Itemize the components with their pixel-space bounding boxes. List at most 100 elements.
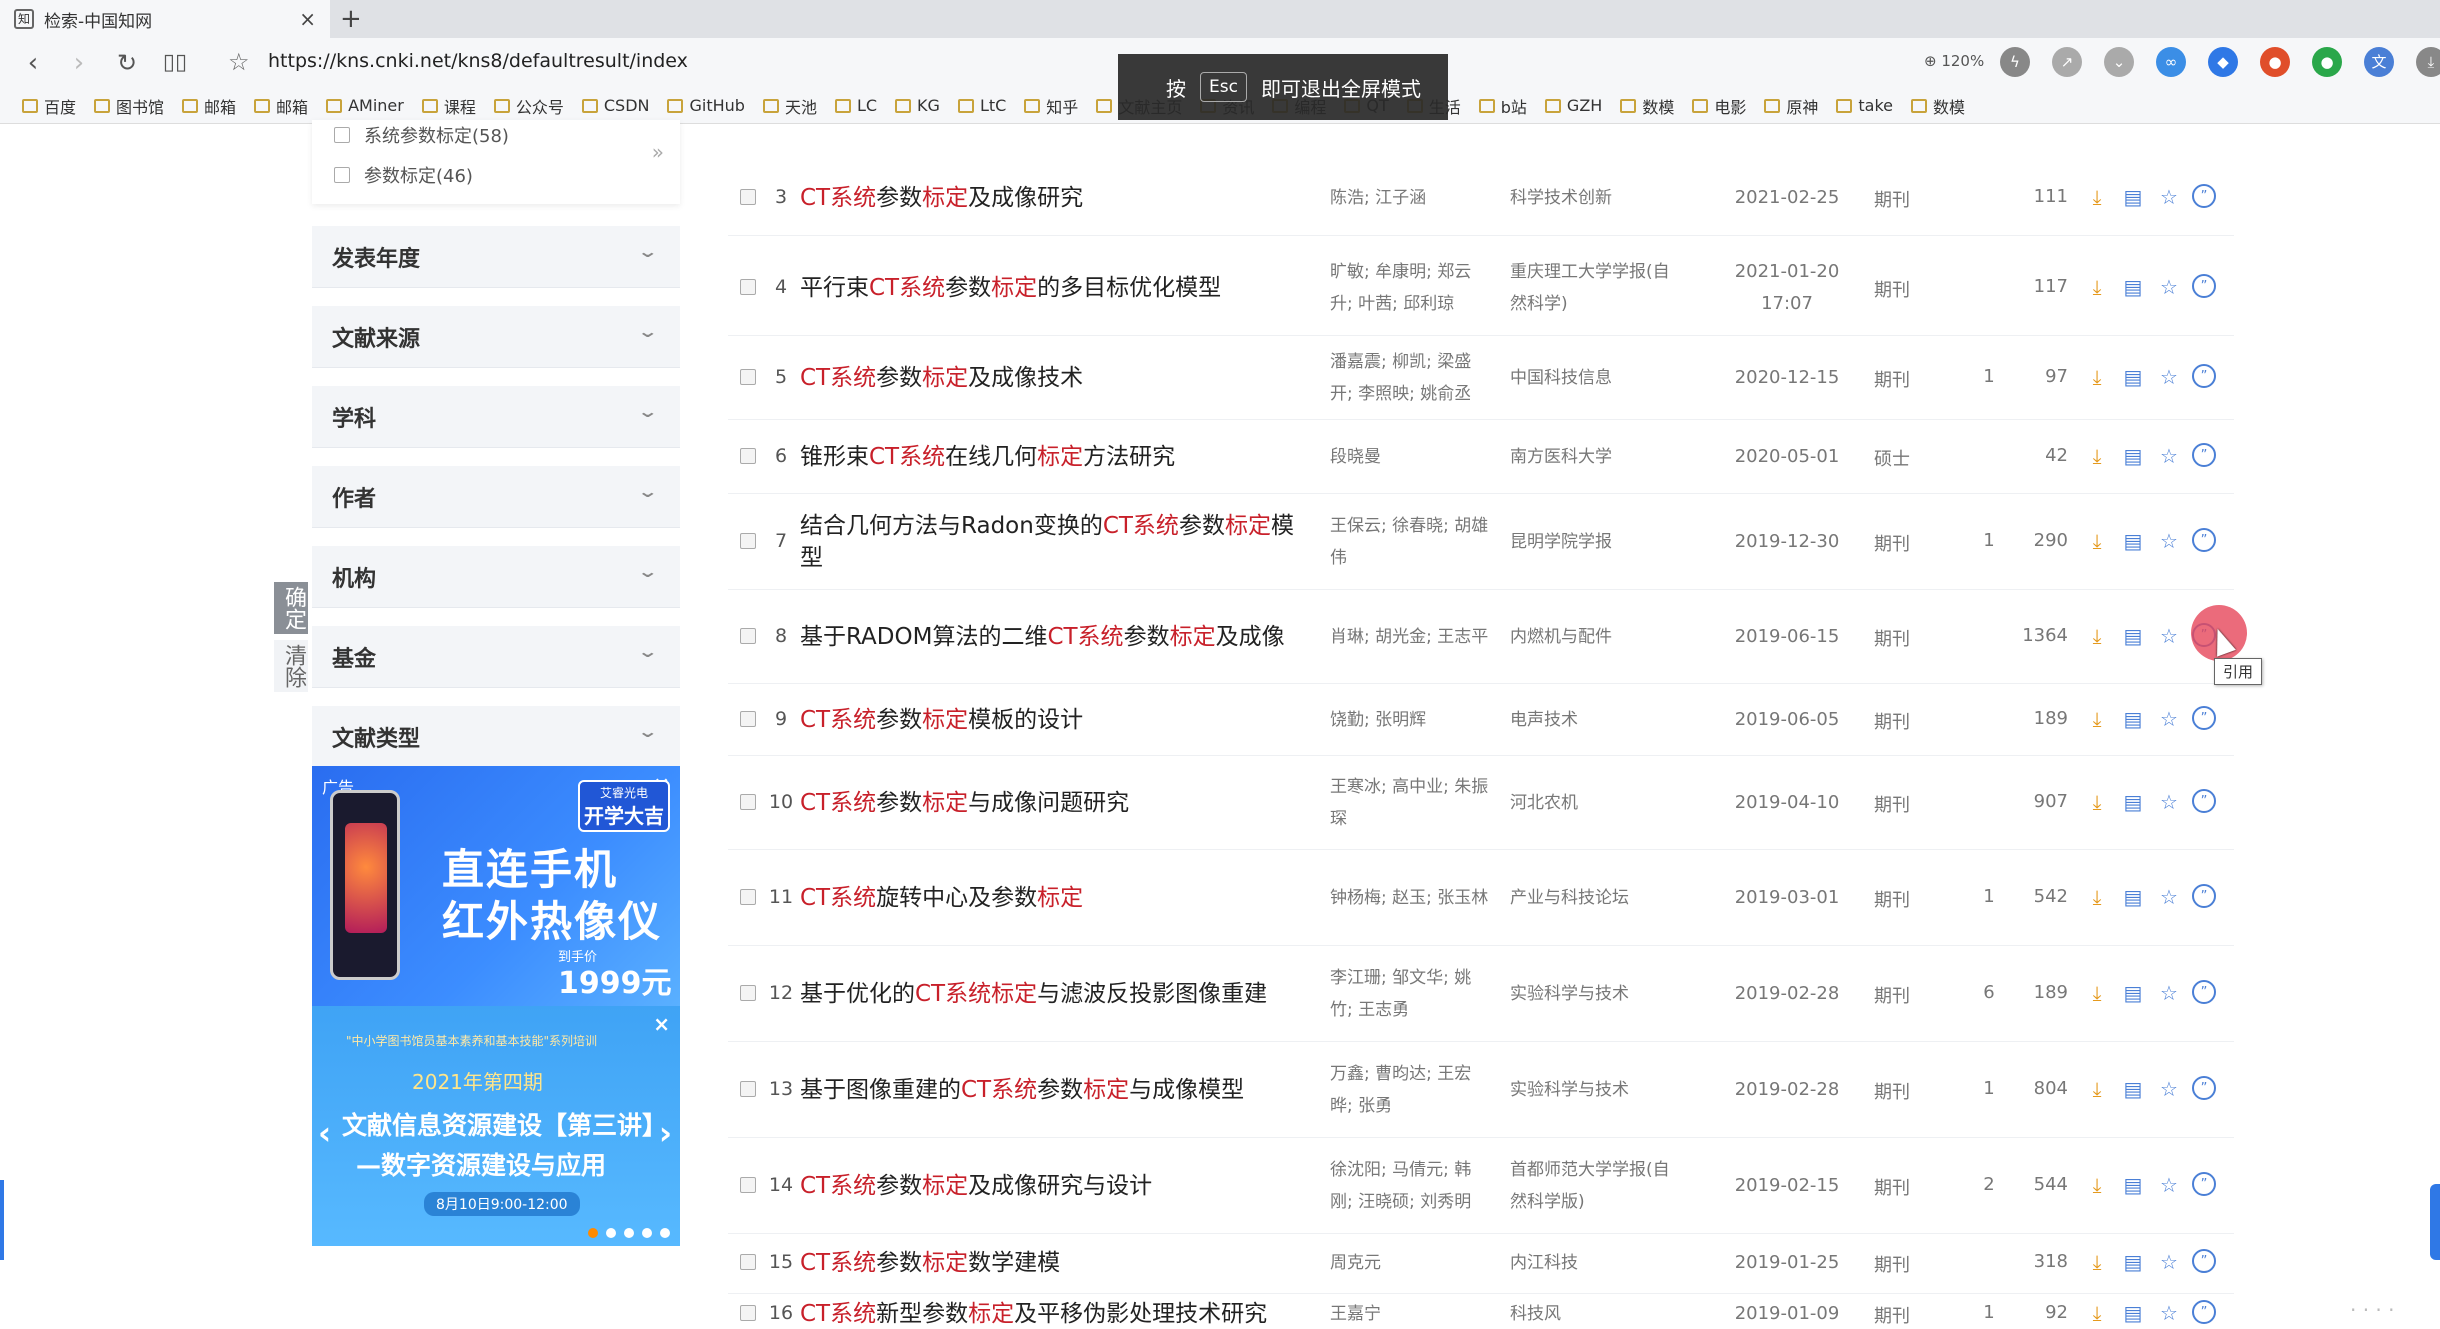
cite-icon[interactable]: ” (2192, 706, 2216, 730)
cite-icon[interactable]: ” (2192, 1076, 2216, 1100)
result-checkbox[interactable] (740, 1305, 756, 1321)
read-icon[interactable]: ▤ (2120, 1249, 2146, 1275)
carousel-prev-icon[interactable]: ‹ (318, 1114, 331, 1152)
result-authors[interactable]: 徐沈阳; 马倩元; 韩刚; 汪晓硕; 刘秀明 (1330, 1154, 1490, 1218)
cite-icon[interactable]: ” (2192, 364, 2216, 388)
result-checkbox[interactable] (740, 794, 756, 810)
bookmark-item[interactable]: 百度 (22, 94, 76, 118)
result-source[interactable]: 昆明学院学报 (1510, 526, 1670, 558)
cite-icon[interactable]: ” (2192, 980, 2216, 1004)
result-title-link[interactable]: 平行束CT系统参数标定的多目标优化模型 (800, 272, 1296, 304)
read-icon[interactable]: ▤ (2120, 1300, 2146, 1326)
cite-icon[interactable]: ” (2192, 1172, 2216, 1196)
result-authors[interactable]: 段晓曼 (1330, 441, 1490, 473)
result-cited-count[interactable]: 1 (1974, 366, 2004, 387)
bookmark-item[interactable]: 课程 (421, 94, 476, 118)
result-cited-count[interactable]: 1 (1974, 886, 2004, 907)
back-icon[interactable]: ‹ (16, 46, 50, 80)
translate-icon[interactable]: 文 (2364, 47, 2394, 77)
result-authors[interactable]: 饶勤; 张明辉 (1330, 704, 1490, 736)
browser-tab[interactable]: 知 检索-中国知网 × (0, 0, 330, 38)
bookmark-item[interactable]: 电影 (1692, 94, 1746, 118)
result-checkbox[interactable] (740, 189, 756, 205)
flash-icon[interactable]: ϟ (2000, 47, 2030, 77)
carousel-dot[interactable] (660, 1228, 670, 1238)
result-source[interactable]: 产业与科技论坛 (1510, 882, 1670, 914)
download-manager-icon[interactable]: ⤓ (2416, 47, 2440, 77)
bookmark-item[interactable]: GitHub (667, 96, 745, 115)
result-source[interactable]: 重庆理工大学学报(自然科学) (1510, 256, 1670, 320)
result-source[interactable]: 中国科技信息 (1510, 362, 1670, 394)
ad-banner-thermal[interactable]: 广告 × 艾睿光电开学大吉 直连手机 红外热像仪 到手价 1999元 (312, 766, 680, 1006)
download-icon[interactable]: ⤓ (2084, 1300, 2110, 1326)
cite-icon[interactable]: ” (2192, 884, 2216, 908)
carousel-dot[interactable] (606, 1228, 616, 1238)
cite-icon[interactable]: ” (2192, 789, 2216, 813)
close-icon[interactable]: × (653, 1012, 670, 1036)
read-icon[interactable]: ▤ (2120, 443, 2146, 469)
result-cited-count[interactable]: 1 (1974, 1302, 2004, 1323)
result-authors[interactable]: 李江珊; 邹文华; 姚竹; 王志勇 (1330, 962, 1490, 1026)
bookmark-item[interactable]: AMiner (326, 96, 404, 115)
extension-green-icon[interactable]: ● (2312, 47, 2342, 77)
star-icon[interactable]: ☆ (2156, 184, 2182, 210)
new-tab-button[interactable]: + (340, 0, 362, 38)
result-title-link[interactable]: 基于RADOM算法的二维CT系统参数标定及成像 (800, 621, 1296, 653)
carousel-dot[interactable] (588, 1228, 598, 1238)
result-title-link[interactable]: CT系统旋转中心及参数标定 (800, 882, 1296, 914)
share-icon[interactable]: ↗ (2052, 47, 2082, 77)
result-source[interactable]: 南方医科大学 (1510, 441, 1670, 473)
result-title-link[interactable]: CT系统参数标定数学建模 (800, 1247, 1296, 1279)
result-source[interactable]: 科学技术创新 (1510, 182, 1670, 214)
read-icon[interactable]: ▤ (2120, 528, 2146, 554)
result-checkbox[interactable] (740, 985, 756, 1001)
filter-option[interactable]: 参数标定(46) (334, 162, 473, 188)
star-icon[interactable]: ☆ (2156, 1249, 2182, 1275)
filter-option[interactable]: 系统参数标定(58) (334, 122, 509, 148)
star-icon[interactable]: ☆ (2156, 528, 2182, 554)
result-checkbox[interactable] (740, 369, 756, 385)
download-icon[interactable]: ⤓ (2084, 443, 2110, 469)
bookmark-item[interactable]: LtC (957, 96, 1006, 115)
confirm-button[interactable]: 确定 (274, 582, 308, 634)
facet-fund[interactable]: 基金 ⌄ (312, 626, 680, 688)
download-icon[interactable]: ⤓ (2084, 528, 2110, 554)
download-icon[interactable]: ⤓ (2084, 789, 2110, 815)
download-icon[interactable]: ⤓ (2084, 1076, 2110, 1102)
result-title-link[interactable]: CT系统参数标定与成像问题研究 (800, 787, 1296, 819)
download-icon[interactable]: ⤓ (2084, 884, 2110, 910)
result-title-link[interactable]: CT系统参数标定模板的设计 (800, 704, 1296, 736)
result-authors[interactable]: 王嘉宁 (1330, 1298, 1490, 1329)
bookmark-item[interactable]: take (1836, 96, 1893, 115)
chevron-down-icon[interactable]: ⌄ (2104, 47, 2134, 77)
forward-icon[interactable]: › (62, 46, 96, 80)
result-checkbox[interactable] (740, 279, 756, 295)
carousel-dot[interactable] (642, 1228, 652, 1238)
cite-icon[interactable]: ” (2192, 1249, 2216, 1273)
read-icon[interactable]: ▤ (2120, 1076, 2146, 1102)
bookmark-item[interactable]: 数模 (1910, 94, 1965, 118)
download-icon[interactable]: ⤓ (2084, 1172, 2110, 1198)
result-checkbox[interactable] (740, 1254, 756, 1270)
result-source[interactable]: 首都师范大学学报(自然科学版) (1510, 1154, 1670, 1218)
facet-publish-year[interactable]: 发表年度 ⌄ (312, 226, 680, 288)
cite-icon[interactable]: ” (2192, 1300, 2216, 1324)
result-title-link[interactable]: 锥形束CT系统在线几何标定方法研究 (800, 441, 1296, 473)
facet-author[interactable]: 作者 ⌄ (312, 466, 680, 528)
facet-doc-type[interactable]: 文献类型 ⌄ (312, 706, 680, 768)
star-icon[interactable]: ☆ (2156, 1300, 2182, 1326)
star-icon[interactable]: ☆ (2156, 1076, 2182, 1102)
result-source[interactable]: 电声技术 (1510, 704, 1670, 736)
filter-checkbox[interactable] (334, 167, 350, 183)
result-source[interactable]: 实验科学与技术 (1510, 1074, 1670, 1106)
result-checkbox[interactable] (740, 448, 756, 464)
star-icon[interactable]: ☆ (2156, 706, 2182, 732)
floating-side-tab[interactable] (2430, 1184, 2440, 1260)
extension-chrome-icon[interactable]: ● (2260, 47, 2290, 77)
cite-icon[interactable]: ” (2192, 443, 2216, 467)
result-title-link[interactable]: 结合几何方法与Radon变换的CT系统参数标定模型 (800, 510, 1296, 574)
bookmark-item[interactable]: 邮箱 (182, 94, 236, 118)
result-checkbox[interactable] (740, 711, 756, 727)
bookmark-item[interactable]: LC (834, 96, 877, 115)
result-source[interactable]: 实验科学与技术 (1510, 978, 1670, 1010)
